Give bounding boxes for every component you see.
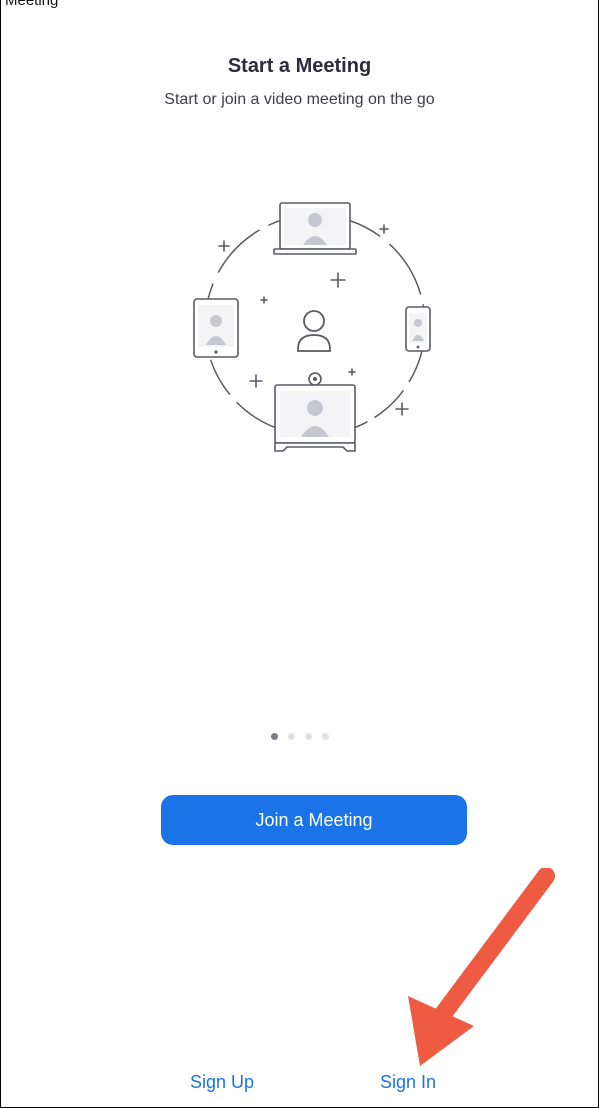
annotation-arrow-icon bbox=[408, 868, 555, 1066]
person-icon bbox=[297, 310, 331, 352]
onboarding-subtitle: Start or join a video meeting on the go bbox=[164, 91, 435, 108]
conference-display-icon bbox=[274, 372, 356, 452]
sign-up-link[interactable]: Sign Up bbox=[190, 1072, 254, 1093]
top-caption: Meeting bbox=[5, 0, 59, 9]
laptop-icon bbox=[273, 202, 357, 255]
tablet-icon bbox=[193, 298, 239, 358]
page-dot[interactable] bbox=[304, 733, 312, 740]
page-dot[interactable] bbox=[287, 733, 295, 740]
page-indicator bbox=[0, 733, 599, 740]
onboarding-title: Start a Meeting bbox=[227, 55, 372, 77]
page-dot[interactable] bbox=[321, 733, 329, 740]
meeting-illustration bbox=[193, 202, 431, 452]
phone-icon bbox=[405, 306, 431, 352]
page-dot-active[interactable] bbox=[270, 733, 278, 740]
sign-in-link[interactable]: Sign In bbox=[380, 1072, 436, 1093]
join-meeting-button[interactable]: Join a Meeting bbox=[161, 795, 467, 845]
